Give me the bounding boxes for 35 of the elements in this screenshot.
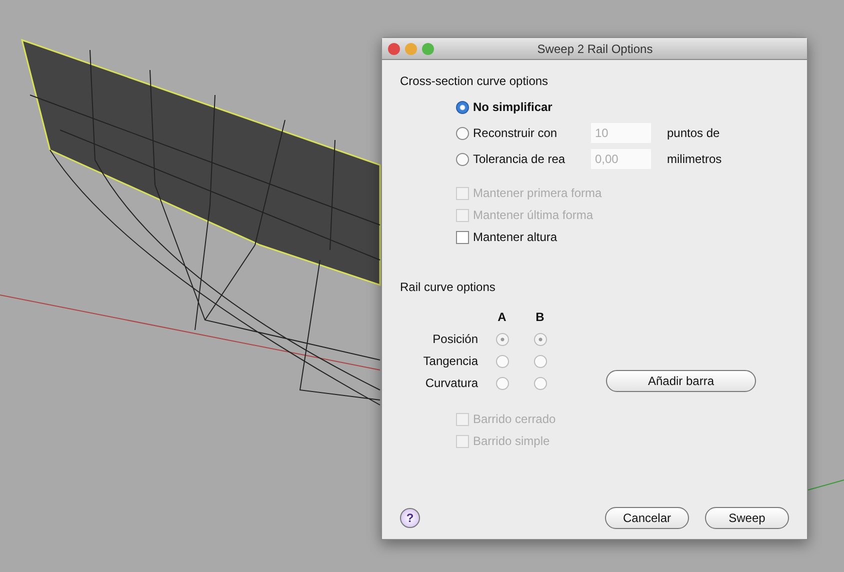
radio-button[interactable] xyxy=(534,376,546,390)
section-heading: Cross-section curve options xyxy=(400,73,550,90)
section-heading: Rail curve options xyxy=(400,279,496,296)
add-bar-button[interactable]: Añadir barra xyxy=(606,370,756,392)
checkbox-label: Mantener primera forma xyxy=(473,185,602,202)
radio-label: Tolerancia de rea xyxy=(473,151,566,168)
close-button[interactable] xyxy=(388,42,400,54)
radio-button[interactable] xyxy=(456,100,469,114)
radio-button[interactable] xyxy=(456,126,469,140)
checkbox-label: Barrido cerrado xyxy=(473,411,556,428)
checkbox[interactable] xyxy=(456,230,469,244)
help-button[interactable]: ? xyxy=(400,508,420,528)
dialog-button[interactable]: Sweep xyxy=(705,507,789,529)
unit-label: puntos de xyxy=(667,125,720,142)
window-title: Sweep 2 Rail Options xyxy=(536,40,654,58)
radio-button[interactable] xyxy=(496,332,508,346)
row-label: Tangencia xyxy=(422,353,478,370)
radio-label: Reconstruir con xyxy=(473,125,558,142)
column-header: A xyxy=(496,309,508,326)
unit-label: milimetros xyxy=(667,151,722,168)
checkbox-label: Mantener altura xyxy=(473,229,558,246)
radio-label: No simplificar xyxy=(473,99,552,116)
radio-button[interactable] xyxy=(534,354,546,368)
radio-button[interactable] xyxy=(496,354,508,368)
checkbox-label: Barrido simple xyxy=(473,433,550,450)
row-label: Curvatura xyxy=(424,375,478,392)
column-header: B xyxy=(534,309,546,326)
minimize-button[interactable] xyxy=(405,42,417,54)
checkbox-label: Mantener última forma xyxy=(473,207,594,224)
dialog-button[interactable]: Cancelar xyxy=(605,507,689,529)
radio-button[interactable] xyxy=(456,152,469,166)
row-label: Posición xyxy=(432,331,478,348)
radio-button[interactable] xyxy=(496,376,508,390)
zoom-button[interactable] xyxy=(422,42,434,54)
radio-button[interactable] xyxy=(534,332,546,346)
